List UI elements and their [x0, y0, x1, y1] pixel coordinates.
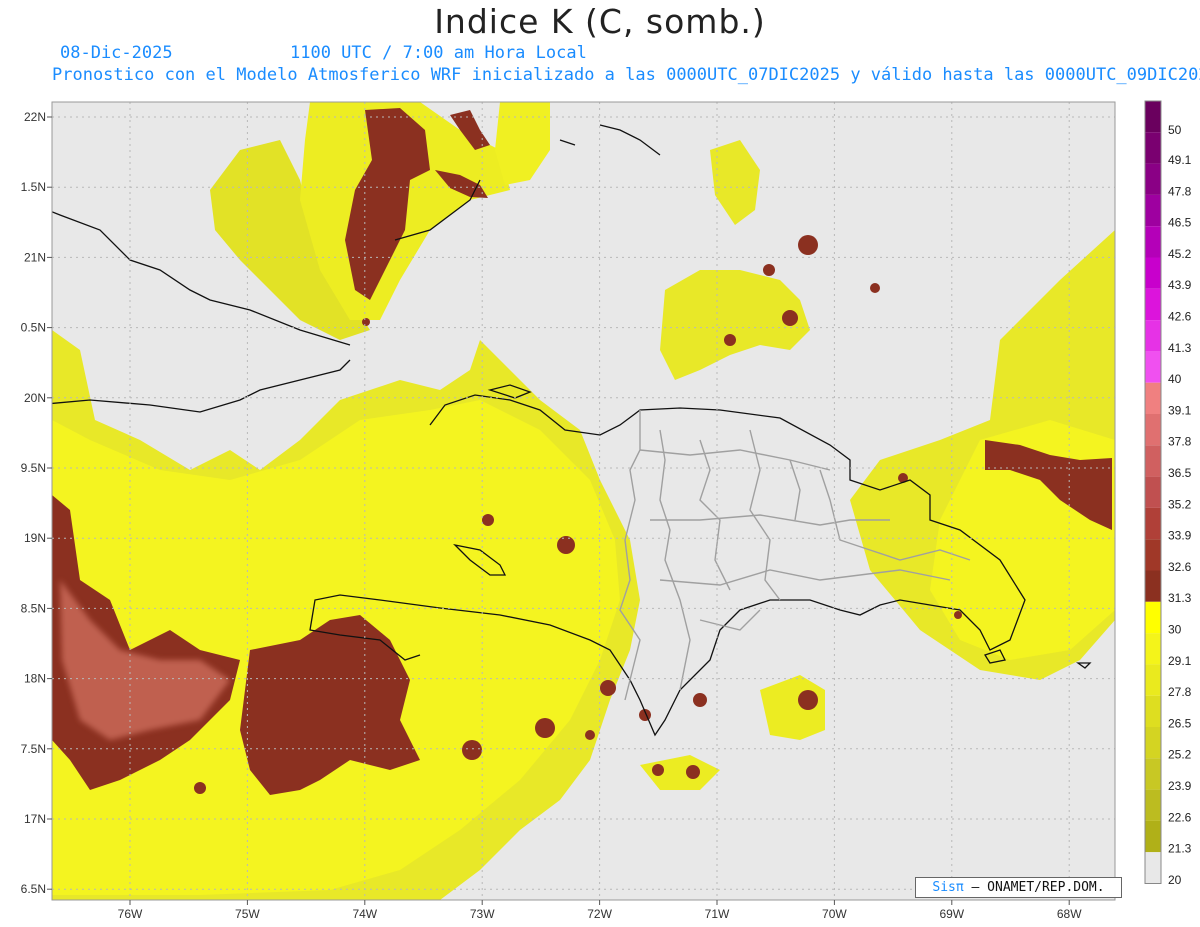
longitude-labels: 76W 75W 74W 73W 72W 71W 70W 69W 68W — [118, 900, 1082, 921]
colorbar: 50 49.1 47.8 46.5 45.2 43.9 42.6 41.3 40 39.1 37.8… — [1144, 100, 1192, 887]
red-spot-15 — [652, 764, 664, 776]
red-spot-14 — [686, 765, 700, 779]
colorbar-swatch — [1145, 382, 1161, 414]
colorbar-swatch — [1145, 633, 1161, 665]
red-spot-12 — [798, 690, 818, 710]
colorbar-label: 33.9 — [1168, 529, 1192, 543]
colorbar-label: 43.9 — [1168, 278, 1192, 292]
longitude-label: 69W — [939, 907, 964, 921]
colorbar-label: 22.6 — [1168, 810, 1192, 824]
colorbar-label: 35.2 — [1168, 497, 1192, 511]
colorbar-swatch — [1145, 507, 1161, 540]
longitude-label: 73W — [470, 907, 495, 921]
colorbar-swatch — [1145, 163, 1161, 195]
longitude-label: 70W — [822, 907, 847, 921]
colorbar-label: 47.8 — [1168, 184, 1192, 198]
colorbar-swatch — [1145, 320, 1161, 352]
red-spot-1 — [798, 235, 818, 255]
red-spot-2 — [782, 310, 798, 326]
red-spot-20 — [954, 611, 962, 619]
latitude-label: 1.5N — [21, 180, 46, 194]
longitude-label: 76W — [118, 907, 143, 921]
latitude-label: 20N — [24, 391, 46, 405]
red-spot-16 — [585, 730, 595, 740]
colorbar-swatch — [1145, 414, 1161, 446]
red-spot-6 — [557, 536, 575, 554]
latitude-label: 19N — [24, 531, 46, 545]
colorbar-label: 40 — [1168, 372, 1182, 386]
longitude-label: 72W — [587, 907, 612, 921]
colorbar-label: 39.1 — [1168, 403, 1192, 417]
colorbar-swatch — [1145, 257, 1161, 289]
colorbar-label: 41.3 — [1168, 341, 1192, 355]
latitude-labels: 22N 1.5N 21N 0.5N 20N 9.5N 19N 8.5N 18N 7.5N 17N 6.… — [21, 110, 52, 896]
red-spot-18 — [362, 318, 370, 326]
red-spot-9 — [535, 718, 555, 738]
colorbar-label: 21.3 — [1168, 842, 1192, 856]
colorbar-label: 26.5 — [1168, 716, 1192, 730]
colorbar-label: 30 — [1168, 623, 1182, 637]
colorbar-swatch — [1145, 664, 1161, 696]
colorbar-label: 32.6 — [1168, 560, 1192, 574]
latitude-label: 21N — [24, 250, 46, 264]
colorbar-swatch — [1145, 695, 1161, 727]
latitude-label: 18N — [24, 672, 46, 686]
red-spot-8 — [600, 680, 616, 696]
colorbar-swatch — [1145, 288, 1161, 321]
colorbar-label: 45.2 — [1168, 247, 1192, 261]
longitude-label: 75W — [235, 907, 260, 921]
longitude-label: 68W — [1057, 907, 1082, 921]
latitude-label: 8.5N — [21, 601, 46, 615]
credit-text: – ONAMET/REP.DOM. — [963, 880, 1105, 895]
longitude-label: 71W — [705, 907, 730, 921]
longitude-label: 74W — [352, 907, 377, 921]
colorbar-swatch — [1145, 132, 1161, 164]
colorbar-swatch — [1145, 852, 1161, 884]
colorbar-swatch — [1145, 351, 1161, 383]
colorbar-swatch — [1145, 570, 1161, 602]
latitude-label: 6.5N — [21, 882, 46, 896]
colorbar-swatch — [1145, 226, 1161, 258]
colorbar-swatch — [1145, 758, 1161, 790]
colorbar-label: 50 — [1168, 123, 1182, 137]
red-spot-3 — [763, 264, 775, 276]
red-spot-19 — [194, 782, 206, 794]
red-spot-10 — [462, 740, 482, 760]
colorbar-label: 42.6 — [1168, 310, 1192, 324]
colorbar-swatch — [1145, 789, 1161, 821]
latitude-label: 17N — [24, 812, 46, 826]
k-index-map: 22N 1.5N 21N 0.5N 20N 9.5N 19N 8.5N 18N 7.5N 17N 6.… — [21, 100, 1192, 921]
colorbar-swatch — [1145, 101, 1161, 133]
red-spot-7 — [482, 514, 494, 526]
colorbar-label: 31.3 — [1168, 591, 1192, 605]
red-spot-4 — [724, 334, 736, 346]
colorbar-label: 20 — [1168, 873, 1182, 887]
red-spot-5 — [870, 283, 880, 293]
colorbar-swatch — [1145, 820, 1161, 853]
sispi-logo-text: Sisπ — [932, 880, 964, 895]
colorbar-swatch — [1145, 539, 1161, 571]
latitude-label: 9.5N — [21, 461, 46, 475]
colorbar-label: 49.1 — [1168, 153, 1192, 167]
latitude-label: 7.5N — [21, 742, 46, 756]
colorbar-label: 36.5 — [1168, 466, 1192, 480]
colorbar-swatch — [1145, 727, 1161, 759]
colorbar-swatch — [1145, 601, 1161, 634]
latitude-label: 22N — [24, 110, 46, 124]
credit-label: Sisπ – ONAMET/REP.DOM. — [915, 877, 1122, 898]
colorbar-label: 37.8 — [1168, 435, 1192, 449]
colorbar-swatch — [1145, 476, 1161, 508]
colorbar-swatch — [1145, 194, 1161, 227]
red-spot-11 — [693, 693, 707, 707]
colorbar-label: 23.9 — [1168, 779, 1192, 793]
colorbar-label: 27.8 — [1168, 685, 1192, 699]
colorbar-label: 29.1 — [1168, 654, 1192, 668]
colorbar-label: 46.5 — [1168, 216, 1192, 230]
colorbar-label: 25.2 — [1168, 748, 1192, 762]
latitude-label: 0.5N — [21, 321, 46, 335]
colorbar-swatch — [1145, 445, 1161, 477]
